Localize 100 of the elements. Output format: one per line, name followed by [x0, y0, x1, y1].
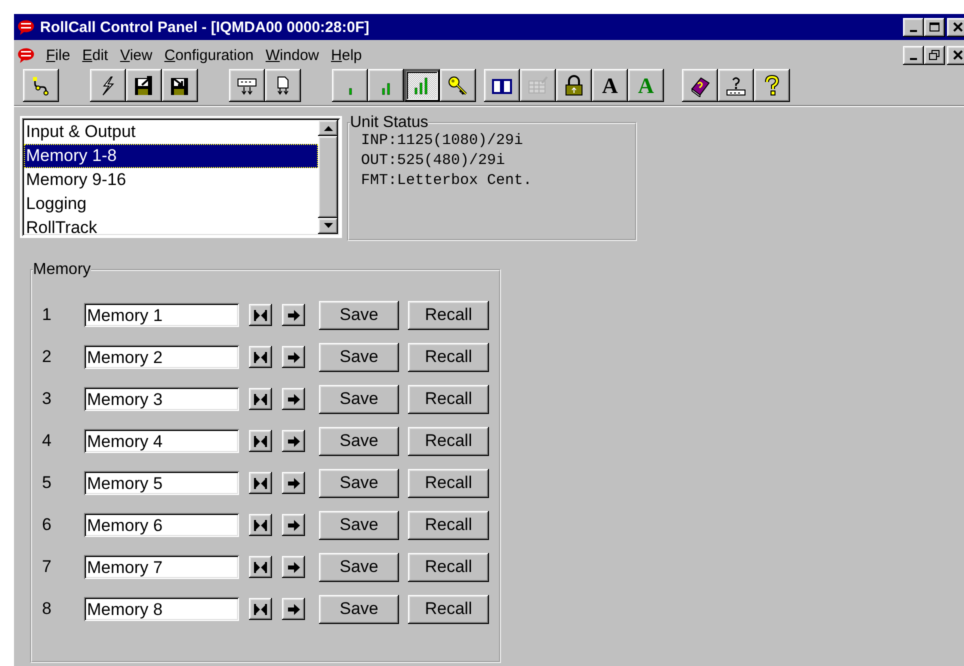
go-button[interactable] — [282, 598, 305, 620]
collapse-arrows-icon — [254, 478, 267, 488]
down-arrow-icon — [324, 223, 332, 228]
save-button[interactable]: Save — [319, 594, 399, 624]
recall-button[interactable]: Recall — [408, 384, 489, 414]
memory-name-field[interactable]: Memory 4 — [84, 429, 239, 453]
list-item[interactable]: Input & Output — [24, 120, 318, 144]
go-button[interactable] — [282, 556, 305, 578]
memory-number: 8 — [41, 599, 52, 619]
memory-name-field[interactable]: Memory 2 — [84, 345, 239, 369]
right-arrow-icon — [288, 520, 300, 530]
toolbar-button[interactable] — [754, 69, 790, 102]
menu-item[interactable]: Edit — [76, 46, 114, 64]
recall-button[interactable]: Recall — [408, 342, 489, 372]
toolbar-button[interactable] — [682, 69, 718, 102]
mark-button[interactable] — [249, 304, 272, 326]
app-logo-icon[interactable] — [16, 46, 36, 64]
toolbar-button[interactable] — [23, 69, 59, 102]
go-button[interactable] — [282, 346, 305, 368]
mark-button[interactable] — [249, 556, 272, 578]
recall-button[interactable]: Recall — [408, 468, 489, 498]
close-icon — [952, 22, 962, 32]
memory-name-field[interactable]: Memory 6 — [84, 513, 239, 537]
toolbar-button[interactable] — [556, 69, 592, 102]
save-button[interactable]: Save — [319, 552, 399, 582]
maximize-icon — [929, 22, 940, 32]
memory-name-field[interactable]: Memory 1 — [84, 303, 239, 327]
save-button[interactable]: Save — [319, 426, 399, 456]
list-item[interactable]: RollTrack — [24, 216, 318, 234]
toolbar-button[interactable] — [229, 69, 265, 102]
right-arrow-icon — [288, 478, 300, 488]
minimize-button[interactable] — [903, 46, 924, 64]
group-title: Memory — [33, 263, 91, 277]
toolbar-button[interactable] — [484, 69, 520, 102]
keyboard-help-icon — [725, 74, 747, 96]
menu-item[interactable]: Window — [260, 46, 326, 64]
toolbar-button[interactable] — [440, 69, 476, 102]
signal-bars-icon — [382, 83, 390, 95]
go-button[interactable] — [282, 514, 305, 536]
memory-name-field[interactable]: Memory 5 — [84, 471, 239, 495]
group-title: Unit Status — [350, 116, 428, 130]
recall-button[interactable]: Recall — [408, 510, 489, 540]
menu-item[interactable]: File — [40, 46, 76, 64]
recall-button[interactable]: Recall — [408, 552, 489, 582]
scrollbar[interactable] — [318, 120, 338, 234]
right-arrow-icon — [288, 352, 300, 362]
toolbar-button[interactable] — [90, 69, 126, 102]
toolbar-button[interactable] — [404, 69, 440, 102]
scroll-up-button[interactable] — [318, 120, 338, 136]
go-button[interactable] — [282, 430, 305, 452]
toolbar-button[interactable] — [368, 69, 404, 102]
mark-button[interactable] — [249, 472, 272, 494]
toolbar-button[interactable] — [332, 69, 368, 102]
go-button[interactable] — [282, 388, 305, 410]
list-item[interactable]: Logging — [24, 192, 318, 216]
save-button[interactable]: Save — [319, 510, 399, 540]
toolbar-button[interactable] — [126, 69, 162, 102]
mark-button[interactable] — [249, 430, 272, 452]
right-arrow-icon — [288, 310, 300, 320]
toolbar-button[interactable]: A — [592, 69, 628, 102]
save-button[interactable]: Save — [319, 384, 399, 414]
list-item[interactable]: Memory 1-8 — [24, 144, 318, 168]
memory-name-field[interactable]: Memory 8 — [84, 597, 239, 621]
list-item[interactable]: Memory 9-16 — [24, 168, 318, 192]
maximize-button[interactable] — [924, 18, 945, 36]
memory-number: 4 — [41, 431, 52, 451]
close-button[interactable] — [947, 18, 964, 36]
recall-button[interactable]: Recall — [408, 594, 489, 624]
memory-name-field[interactable]: Memory 7 — [84, 555, 239, 579]
mark-button[interactable] — [249, 388, 272, 410]
toolbar-button[interactable] — [162, 69, 198, 102]
memory-number: 3 — [41, 389, 52, 409]
help-book-icon — [689, 74, 711, 96]
right-arrow-icon — [288, 436, 300, 446]
scroll-thumb[interactable] — [318, 136, 338, 218]
restore-button[interactable] — [924, 46, 945, 64]
recall-button[interactable]: Recall — [408, 426, 489, 456]
minimize-button[interactable] — [903, 18, 924, 36]
go-button[interactable] — [282, 472, 305, 494]
window-title: RollCall Control Panel - [IQMDA00 0000:28:0F] — [40, 18, 370, 36]
recall-button[interactable]: Recall — [408, 300, 489, 330]
memory-name-field[interactable]: Memory 3 — [84, 387, 239, 411]
save-button[interactable]: Save — [319, 468, 399, 498]
menu-item[interactable]: View — [114, 46, 158, 64]
save-button[interactable]: Save — [319, 300, 399, 330]
mark-button[interactable] — [249, 598, 272, 620]
menu-item[interactable]: Configuration — [158, 46, 260, 64]
go-button[interactable] — [282, 304, 305, 326]
close-icon — [952, 50, 962, 60]
mark-button[interactable] — [249, 514, 272, 536]
menu-item[interactable]: Help — [325, 46, 368, 64]
collapse-arrows-icon — [254, 604, 267, 614]
save-button[interactable]: Save — [319, 342, 399, 372]
close-button[interactable] — [947, 46, 964, 64]
mark-button[interactable] — [249, 346, 272, 368]
toolbar-button[interactable] — [718, 69, 754, 102]
memory-number: 1 — [41, 305, 52, 325]
collapse-arrows-icon — [254, 352, 267, 362]
toolbar-button[interactable] — [265, 69, 301, 102]
scroll-down-button[interactable] — [318, 218, 338, 234]
